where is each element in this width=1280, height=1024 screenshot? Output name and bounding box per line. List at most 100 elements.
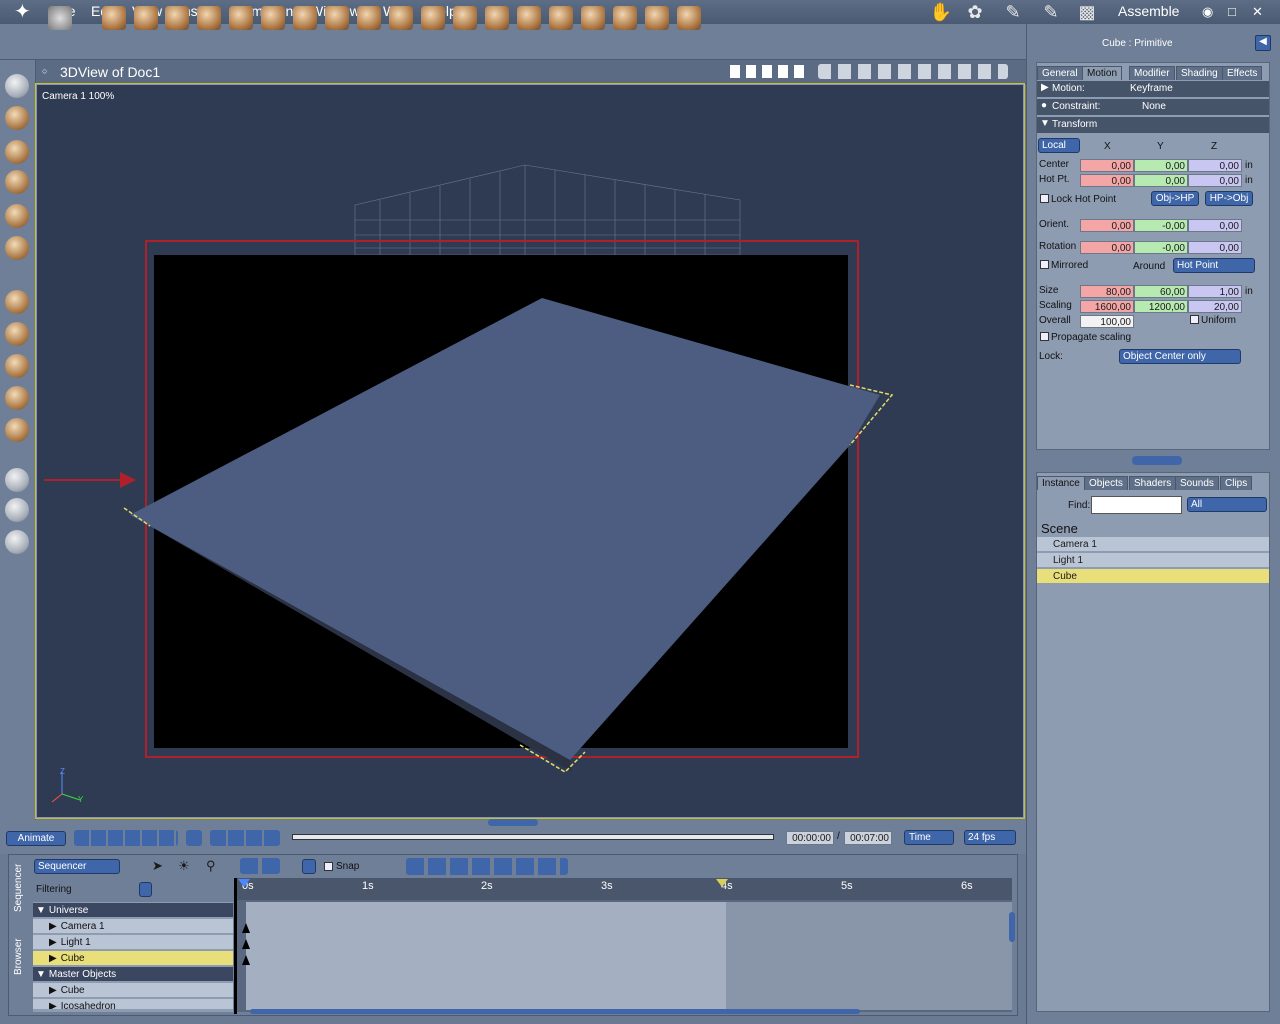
select-arrow-icon[interactable] [5,74,29,98]
propagate-scaling-checkbox[interactable] [1040,332,1049,341]
deformer-icon[interactable] [549,6,573,30]
layout-buttons[interactable] [730,65,806,78]
rotation-z-field[interactable]: 0,00 [1188,241,1242,254]
gear-icon[interactable] [293,6,317,30]
group-icon[interactable] [613,6,637,30]
camera-icon[interactable] [5,468,29,492]
filter-select[interactable]: All [1187,497,1267,512]
size-x-field[interactable]: 80,00 [1080,285,1134,298]
time-slider[interactable] [292,834,774,840]
center-x-field[interactable]: 0,00 [1080,159,1134,172]
uniform-checkbox[interactable] [1190,315,1199,324]
playhead-marker-icon[interactable] [238,879,250,887]
move-icon[interactable] [5,290,29,314]
fire-icon[interactable] [421,6,445,30]
motion-select[interactable]: Keyframe [1130,83,1173,94]
end-time-field[interactable]: 00:07:00 [844,831,892,845]
hotpoint-z-field[interactable]: 0,00 [1188,174,1242,187]
text-icon[interactable] [261,6,285,30]
collapse-icon[interactable]: ▼ [33,905,49,916]
cube-object[interactable] [120,290,900,780]
scene-item-camera[interactable]: Camera 1 [1037,537,1269,552]
sequencer-mode-select[interactable]: Sequencer [34,859,120,874]
tab-clips[interactable]: Clips [1220,476,1253,490]
expand-icon[interactable]: ▶ [33,937,61,948]
tab-general[interactable]: General [1037,66,1083,80]
zoom-icon[interactable]: ⚲ [206,858,216,874]
time-mode-select[interactable]: Time [904,830,954,845]
wand-icon[interactable] [48,6,72,30]
track-master-cube[interactable]: ▶ Cube [33,983,233,998]
room-model-icon[interactable]: ✎ [998,2,1028,22]
terrain-icon[interactable] [389,6,413,30]
rotation-y-field[interactable]: -0,00 [1134,241,1188,254]
select-arrow-icon[interactable]: ➤ [152,858,163,874]
animate-button[interactable]: Animate [6,831,66,846]
collapse-icon[interactable]: ▼ [33,969,49,980]
close-icon[interactable]: ✕ [1252,4,1263,20]
filtering-dropdown[interactable] [139,882,152,897]
size-z-field[interactable]: 1,00 [1188,285,1242,298]
time-ruler[interactable] [236,878,1012,900]
around-select[interactable]: Hot Point [1173,258,1255,273]
room-hand-icon[interactable]: ✋ [926,2,956,22]
overall-field[interactable]: 100,00 [1080,315,1134,328]
snap-checkbox[interactable] [324,862,333,871]
panel-splitter[interactable] [1132,456,1182,465]
sun-icon[interactable]: ☀ [178,858,190,874]
keyframe-icon[interactable] [242,923,250,933]
universal-icon[interactable] [5,386,29,410]
hotpoint-x-field[interactable]: 0,00 [1080,174,1134,187]
track-light[interactable]: ▶ Light 1 [33,935,233,950]
expand-icon[interactable]: ▶ [33,953,61,964]
torus-icon[interactable] [229,6,253,30]
bowl-icon[interactable] [517,6,541,30]
lock-hotpoint-checkbox[interactable] [1040,194,1049,203]
zoom-icon[interactable] [5,530,29,554]
sphere-icon[interactable] [165,6,189,30]
spider-icon[interactable] [581,6,605,30]
obj-to-hp-button[interactable]: Obj->HP [1151,191,1199,206]
scale-icon[interactable] [5,354,29,378]
pipe-icon[interactable] [197,6,221,30]
side-tab-sequencer[interactable]: Sequencer [13,862,24,912]
target-icon[interactable] [645,6,669,30]
loop-icon[interactable] [186,830,202,846]
tab-shading[interactable]: Shading [1176,66,1223,80]
rotate-icon[interactable] [5,140,29,164]
scene-item-light[interactable]: Light 1 [1037,553,1269,568]
room-paint-icon[interactable]: ✎ [1036,2,1066,22]
hotpoint-y-field[interactable]: 0,00 [1134,174,1188,187]
fps-select[interactable]: 24 fps [964,830,1016,845]
bend-icon[interactable] [5,204,29,228]
expand-icon[interactable]: ▶ [33,921,61,932]
track-icosahedron[interactable]: ▶ Icosahedron [33,999,233,1010]
lathe-icon[interactable] [134,6,158,30]
eye-icon[interactable]: ◉ [1202,4,1213,20]
mirrored-checkbox[interactable] [1040,260,1049,269]
transport-controls[interactable] [74,830,178,846]
app-logo-icon[interactable]: ✦ [14,1,44,23]
fit-buttons[interactable] [240,858,280,874]
tab-instance[interactable]: Instance [1037,476,1085,490]
keyframe-icon[interactable] [242,939,250,949]
orient-z-field[interactable]: 0,00 [1188,219,1242,232]
current-time-field[interactable]: 00:00:00 [786,831,834,845]
size-y-field[interactable]: 60,00 [1134,285,1188,298]
tab-modifier[interactable]: Modifier [1129,66,1175,80]
tab-objects[interactable]: Objects [1084,476,1128,490]
plane-icon[interactable] [325,6,349,30]
side-tab-browser[interactable]: Browser [13,935,24,975]
select-faces-icon[interactable] [5,106,29,130]
keyframe-icon[interactable] [242,955,250,965]
key-controls[interactable] [210,830,280,846]
find-input[interactable] [1091,496,1182,514]
tab-motion[interactable]: Motion [1082,66,1123,80]
link-icon[interactable] [5,236,29,260]
center-y-field[interactable]: 0,00 [1134,159,1188,172]
expand-icon[interactable]: ▶ [33,985,61,996]
interpolation-buttons[interactable] [406,858,568,875]
center-z-field[interactable]: 0,00 [1188,159,1242,172]
hair-icon[interactable] [485,6,509,30]
twist-icon[interactable] [5,170,29,194]
